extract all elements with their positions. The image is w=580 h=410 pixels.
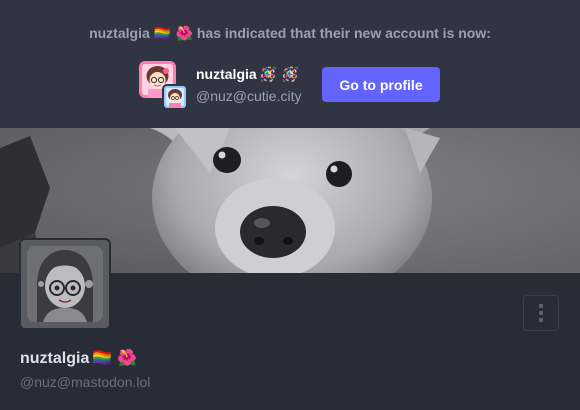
profile-menu-button[interactable] (523, 295, 559, 331)
cartoon-avatar-icon (21, 240, 109, 328)
moved-account-banner: nuztalgia 🏳️‍🌈 🌺 has indicated that thei… (0, 0, 580, 128)
moved-notice-text: nuztalgia 🏳️‍🌈 🌺 has indicated that thei… (0, 24, 580, 43)
go-to-profile-button[interactable]: Go to profile (322, 67, 440, 102)
profile-avatar[interactable] (19, 238, 111, 330)
profile-name-emoji: 🏳️‍🌈 🌺 (92, 348, 138, 367)
profile-display-name: nuztalgia 🏳️‍🌈 🌺 (20, 348, 137, 369)
profile-name-text: nuztalgia (20, 350, 90, 367)
old-account-avatar (162, 84, 188, 110)
moved-avatar-stack[interactable] (139, 61, 189, 111)
old-account-avatar-icon (164, 86, 186, 108)
profile-handle: @nuz@mastodon.lol (20, 374, 151, 390)
new-account-name-text: nuztalgia (196, 66, 257, 82)
new-account-display-name[interactable]: nuztalgia 🪅 🪅 (196, 66, 299, 83)
new-account-handle[interactable]: @nuz@cutie.city (196, 88, 301, 104)
moved-notice-name[interactable]: nuztalgia (89, 25, 150, 41)
vertical-ellipsis-icon-dot (539, 311, 543, 315)
vertical-ellipsis-icon (539, 304, 543, 308)
new-account-name-emoji: 🪅 🪅 (259, 67, 299, 83)
vertical-ellipsis-icon-dot (539, 318, 543, 322)
moved-notice-message: has indicated that their new account is … (196, 25, 491, 41)
moved-notice-name-emoji: 🏳️‍🌈 🌺 (153, 26, 193, 42)
